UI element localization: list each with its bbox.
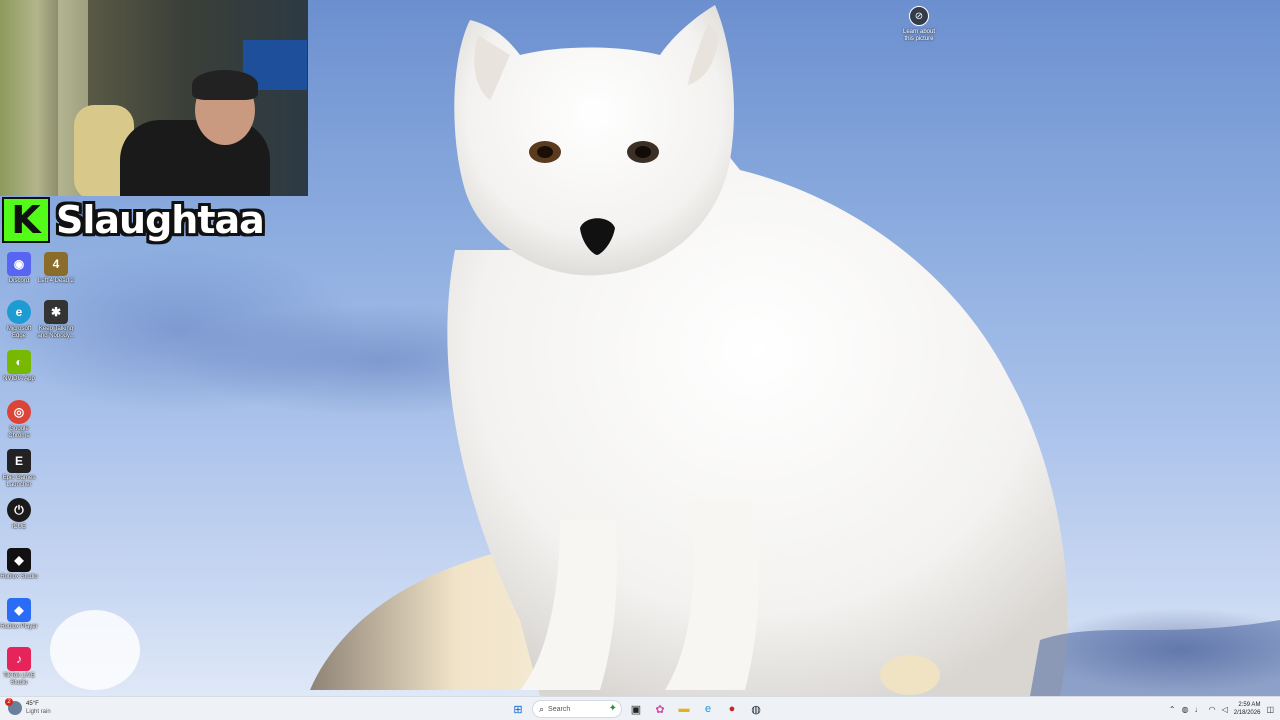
copilot-button[interactable]: ✿ xyxy=(650,699,670,719)
shortcut-label: Left 4 Dead 2 xyxy=(37,278,75,284)
desktop-shortcut-roblox-player[interactable]: ◆ Roblox Player xyxy=(0,598,38,631)
webcam-overlay xyxy=(0,0,308,196)
desktop-shortcut-discord[interactable]: ◉ Discord xyxy=(0,252,38,285)
system-tray: ⌃ ◍ ♩ ◠ ◁ 2:59 AM 2/18/2026 ◫ xyxy=(1169,699,1274,719)
nvidia-icon: ◐ xyxy=(7,350,31,374)
clock-date: 2/18/2026 xyxy=(1233,710,1261,716)
chevron-up-icon[interactable]: ⌃ xyxy=(1169,705,1176,714)
volume-icon[interactable]: ◁ xyxy=(1222,705,1228,714)
desktop-shortcut-keep-talking[interactable]: ✱ Keep Talking and Nobody... xyxy=(37,300,75,340)
discord-icon: ◉ xyxy=(7,252,31,276)
shortcut-label: Google Chrome xyxy=(8,426,30,439)
shortcut-label: NVIDIA App xyxy=(3,376,35,382)
desktop-shortcut-tiktok-live[interactable]: ♪ TikTok LIVE Studio xyxy=(0,647,38,687)
learn-about-picture-shortcut[interactable]: ⊘ Learn about this picture xyxy=(898,6,940,43)
roblox-studio-icon: ◆ xyxy=(7,548,31,572)
roblox-player-icon: ◆ xyxy=(7,598,31,622)
steam-taskbar-button[interactable]: ◍ xyxy=(746,699,766,719)
wifi-icon[interactable]: ◠ xyxy=(1209,705,1216,714)
desktop-shortcut-icue[interactable]: ⏻ iCUE xyxy=(0,498,38,531)
tiktok-live-icon: ♪ xyxy=(7,647,31,671)
weather-condition: Light rain xyxy=(26,709,51,715)
edge-taskbar-button[interactable]: e xyxy=(698,699,718,719)
desktop-shortcut-edge[interactable]: e Microsoft Edge xyxy=(0,300,38,340)
learn-about-picture-label: Learn about this picture xyxy=(902,29,936,42)
rain-cloud-icon: 2 xyxy=(5,698,22,715)
keep-talking-icon: ✱ xyxy=(44,300,68,324)
clock[interactable]: 2:59 AM 2/18/2026 xyxy=(1234,701,1261,717)
streamer-name: Slaughtaa xyxy=(56,198,265,242)
epic-games-icon: E xyxy=(7,449,31,473)
shortcut-label: Epic Games Launcher xyxy=(2,475,36,488)
taskbar-app-area: ⊞ ⌕ Search ✦ ▣ ✿ ▬ e ● ◍ xyxy=(508,699,766,719)
desktop-shortcut-epic-games[interactable]: E Epic Games Launcher xyxy=(0,449,38,489)
shortcut-label: iCUE xyxy=(11,524,26,530)
desktop-shortcut-nvidia[interactable]: ◐ NVIDIA App xyxy=(0,350,38,383)
shortcut-label: Roblox Studio xyxy=(0,574,38,580)
left4dead2-icon: 4 xyxy=(44,252,68,276)
taskbar-search[interactable]: ⌕ Search ✦ xyxy=(532,700,622,718)
desktop-shortcut-left4dead2[interactable]: 4 Left 4 Dead 2 xyxy=(37,252,75,285)
desktop-shortcut-roblox-studio[interactable]: ◆ Roblox Studio xyxy=(0,548,38,581)
search-highlight-icon: ✦ xyxy=(608,703,617,714)
streamer-name-overlay: K Slaughtaa xyxy=(2,196,265,244)
camera-icon: ⊘ xyxy=(909,6,929,26)
clock-time: 2:59 AM xyxy=(1238,702,1261,708)
shortcut-label: Microsoft Edge xyxy=(6,326,32,339)
notification-bell-icon[interactable]: ◫ xyxy=(1266,705,1274,714)
start-button[interactable]: ⊞ xyxy=(508,699,528,719)
shortcut-label: Discord xyxy=(8,278,30,284)
taskbar: 2 45°F Light rain ⊞ ⌕ Search ✦ ▣ ✿ ▬ e ●… xyxy=(0,696,1280,720)
notification-badge: 2 xyxy=(5,698,13,706)
kick-logo-icon: K xyxy=(2,197,50,243)
file-explorer-button[interactable]: ▬ xyxy=(674,699,694,719)
tray-app-icon[interactable]: ◍ xyxy=(1182,705,1189,714)
weather-temperature: 45°F xyxy=(26,701,39,707)
shortcut-label: Keep Talking and Nobody... xyxy=(37,326,75,339)
record-app-button[interactable]: ● xyxy=(722,699,742,719)
search-placeholder: Search xyxy=(548,705,571,713)
shortcut-label: Roblox Player xyxy=(0,624,38,630)
edge-icon: e xyxy=(7,300,31,324)
desktop-shortcut-chrome[interactable]: ◎ Google Chrome xyxy=(0,400,38,440)
weather-widget[interactable]: 2 45°F Light rain xyxy=(5,698,51,716)
microphone-icon[interactable]: ♩ xyxy=(1195,705,1203,714)
task-view-button[interactable]: ▣ xyxy=(626,699,646,719)
search-icon: ⌕ xyxy=(539,703,545,714)
icue-icon: ⏻ xyxy=(7,498,31,522)
chrome-icon: ◎ xyxy=(7,400,31,424)
shortcut-label: TikTok LIVE Studio xyxy=(3,673,35,686)
